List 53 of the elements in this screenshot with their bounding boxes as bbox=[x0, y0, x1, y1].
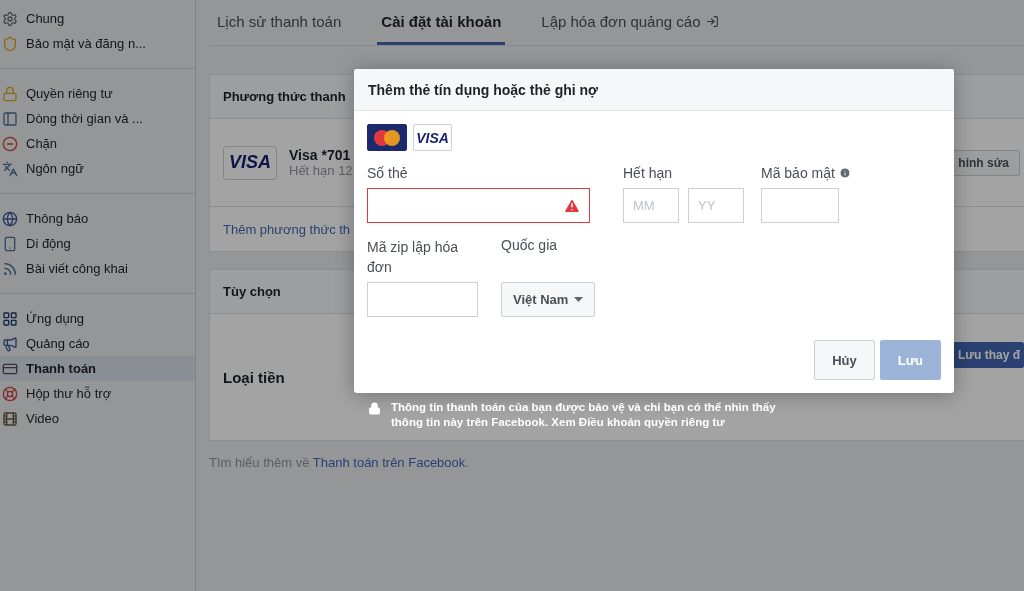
field-label: Quốc gia bbox=[501, 237, 559, 255]
lock-icon bbox=[368, 402, 381, 415]
country-dropdown[interactable]: Việt Nam bbox=[501, 282, 596, 317]
panel-icon bbox=[2, 110, 18, 127]
sidebar-item[interactable]: Chung bbox=[0, 6, 195, 31]
globe-icon bbox=[2, 210, 18, 227]
sidebar-item[interactable]: Ứng dụng bbox=[0, 306, 195, 331]
sidebar-item[interactable]: Hộp thư hỗ trợ bbox=[0, 381, 195, 406]
tab[interactable]: Lập hóa đơn quảng cáo bbox=[537, 0, 724, 45]
visa-logo: VISA bbox=[223, 145, 277, 180]
card-expiry: Hết hạn 12 bbox=[289, 163, 353, 178]
language-icon bbox=[2, 160, 18, 177]
life-buoy-icon bbox=[2, 385, 18, 402]
shield-icon bbox=[2, 35, 18, 52]
field-label: Số thẻ bbox=[367, 164, 409, 183]
add-payment-link[interactable]: Thêm phương thức th bbox=[223, 221, 351, 237]
security-code-field[interactable] bbox=[761, 188, 839, 223]
megaphone-icon bbox=[2, 335, 18, 352]
cancel-button[interactable]: Hủy bbox=[814, 340, 875, 380]
sidebar-item[interactable]: Bài viết công khai bbox=[0, 256, 195, 281]
year-field[interactable]: YY bbox=[688, 188, 744, 223]
sidebar-item[interactable]: Ngôn ngữ bbox=[0, 156, 195, 181]
caret-icon bbox=[574, 297, 584, 302]
lock-icon bbox=[2, 85, 18, 102]
sidebar-item[interactable]: Video bbox=[0, 406, 195, 431]
card-name: Visa *701 bbox=[289, 147, 352, 163]
field-label: Mã bảo mật bbox=[761, 163, 857, 183]
sidebar-item[interactable]: Thanh toán bbox=[0, 356, 195, 381]
sidebar-item[interactable]: Quảng cáo bbox=[0, 331, 195, 356]
tab[interactable]: Cài đặt tài khoản bbox=[377, 0, 506, 45]
card-number-field[interactable] bbox=[367, 188, 590, 223]
security-note: Thông tin thanh toán của bạn được bảo vệ và chỉ bạn có thể nhìn thấy thông tin này trên Facebook. Xem Điều khoản quyền riêng tư bbox=[391, 400, 777, 430]
visa-logo: VISA bbox=[413, 124, 452, 151]
mastercard-logo bbox=[367, 124, 407, 151]
sidebar-item[interactable]: Chặn bbox=[0, 131, 195, 156]
sidebar-item[interactable]: Bảo mật và đăng n... bbox=[0, 31, 195, 56]
sidebar-item[interactable]: Quyền riêng tư bbox=[0, 81, 195, 106]
phone-icon bbox=[2, 235, 18, 252]
month-field[interactable]: MM bbox=[623, 188, 679, 223]
sidebar-item[interactable]: Thông báo bbox=[0, 206, 195, 231]
no-entry-icon bbox=[2, 135, 18, 152]
zip-field[interactable] bbox=[367, 282, 478, 317]
learn-more-text: Tìm hiểu thêm về Thanh toán trên Facebook. bbox=[209, 455, 470, 470]
rss-icon bbox=[2, 260, 18, 277]
currency-label: Loại tiền bbox=[223, 368, 285, 386]
dialog-title: Thêm thẻ tín dụng hoặc thẻ ghi nợ bbox=[354, 69, 954, 111]
tab[interactable]: Lịch sử thanh toán bbox=[213, 0, 346, 45]
grid-icon bbox=[2, 310, 18, 327]
film-icon bbox=[2, 410, 18, 427]
sidebar-item[interactable]: Dòng thời gian và ... bbox=[0, 106, 195, 131]
gear-icon bbox=[2, 10, 18, 27]
info-icon bbox=[838, 167, 851, 179]
sidebar-item[interactable]: Di động bbox=[0, 231, 195, 256]
